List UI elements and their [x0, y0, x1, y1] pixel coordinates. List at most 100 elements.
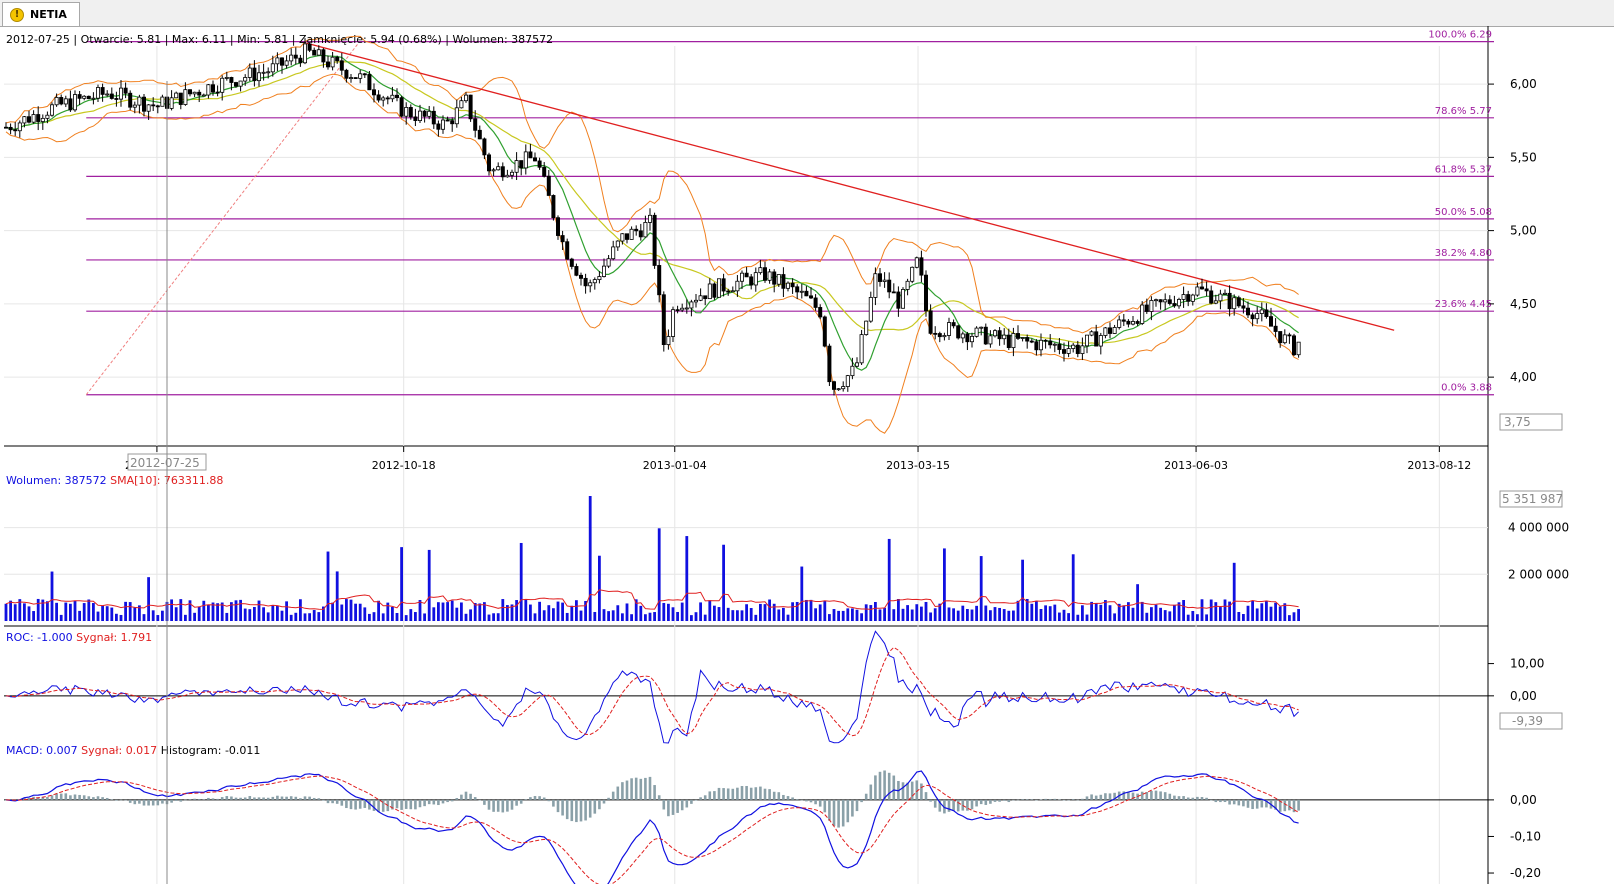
candle-body [256, 72, 261, 82]
volume-bar [1163, 610, 1167, 621]
chart-area[interactable]: 100.0% 6.29 78.6% 5.77 61.8% 5.37 50.0% 5.0… [0, 26, 1614, 884]
macd-histogram-bar [1223, 799, 1227, 803]
macd-histogram-bar [947, 799, 951, 812]
volume-bar [400, 547, 403, 621]
volume-bar [299, 599, 302, 621]
macd-histogram-bar [473, 797, 477, 800]
macd-histogram-bar [87, 796, 91, 800]
volume-bar [1269, 606, 1273, 621]
candle-body [408, 107, 413, 118]
candle-body [1246, 307, 1251, 316]
candle-body [1006, 334, 1011, 349]
macd-histogram-bar [1053, 798, 1057, 800]
macd-histogram-bar [400, 799, 403, 810]
volume-bar [455, 607, 459, 621]
volume-bar [391, 606, 394, 621]
volume-bar [1085, 614, 1089, 621]
candle-body [436, 123, 441, 130]
candle-body [542, 166, 547, 177]
macd-histogram-bar [772, 791, 776, 800]
volume-bar [1242, 614, 1245, 621]
volume-bar [786, 614, 790, 621]
x-tick-label: 2012-10-18 [372, 459, 436, 472]
candle-body [684, 307, 689, 310]
macd-histogram-bar [851, 799, 854, 817]
volume-bar [575, 600, 578, 621]
candle-body [1287, 334, 1292, 337]
candle-body [413, 116, 418, 121]
macd-histogram-bar [1242, 799, 1245, 807]
volume-bar [1012, 610, 1015, 621]
macd-histogram-bar [736, 787, 739, 800]
candle-body [864, 320, 869, 336]
macd-histogram-bar [1163, 792, 1167, 800]
macd-histogram-bar [763, 788, 767, 800]
macd-histogram-bar [924, 792, 928, 800]
candle-body [712, 283, 717, 298]
macd-histogram-bar [27, 797, 31, 800]
macd-histogram-bar [303, 796, 307, 800]
candle-body [666, 336, 671, 346]
volume-bar [667, 603, 670, 621]
candle-body [841, 386, 846, 390]
candle-body [988, 335, 993, 345]
candle-body [689, 301, 694, 309]
candle-body [1062, 349, 1067, 354]
candle-body [362, 73, 367, 76]
volume-bar [837, 610, 840, 621]
candle-body [1094, 331, 1099, 347]
candle-body [891, 291, 896, 294]
volume-bar [915, 604, 919, 621]
candle-body [983, 326, 988, 345]
volume-tick-label: 4 000 000 [1508, 521, 1569, 535]
volume-bar [358, 603, 362, 621]
macd-histogram-bar [538, 796, 541, 800]
candle-body [22, 116, 27, 124]
candle-body [40, 117, 45, 122]
volume-bar [533, 613, 537, 621]
volume-bar [1196, 614, 1199, 621]
volume-bar [602, 609, 606, 621]
volume-bar [312, 610, 316, 621]
candle-body [339, 60, 344, 71]
macd-histogram-bar [671, 799, 675, 815]
volume-bar [1122, 605, 1126, 621]
volume-bar [547, 605, 551, 621]
volume-bar [961, 605, 965, 621]
ohlc-header: 2012-07-25 | Otwarcie: 5.81 | Max: 6.11 … [6, 33, 553, 46]
candle-body [592, 279, 597, 284]
macd-histogram-bar [956, 799, 960, 812]
volume-bar [487, 614, 491, 621]
candle-body [1075, 344, 1080, 354]
volume-bar [832, 609, 836, 621]
volume-bar [262, 607, 265, 621]
candle-body [763, 267, 768, 281]
candle-body [8, 126, 13, 131]
macd-legend: MACD: 0.007 Sygnał: 0.017 Histogram: -0.… [6, 744, 260, 757]
volume-bar [1131, 607, 1135, 621]
candle-body [1085, 334, 1090, 347]
macd-histogram-bar [529, 797, 532, 800]
roc-legend: ROC: -1.000 Sygnał: 1.791 [6, 631, 152, 644]
volume-bar [984, 605, 988, 621]
volume-bar [694, 612, 698, 621]
candle-body [638, 230, 643, 238]
macd-histogram-bar [800, 799, 804, 801]
macd-histogram-bar [579, 799, 583, 822]
candle-body [1071, 344, 1076, 349]
candle-body [1218, 293, 1223, 302]
macd-histogram-bar [1048, 799, 1052, 800]
candle-body [151, 104, 156, 107]
tab-netia[interactable]: ! NETIA [2, 2, 80, 26]
candle-body [1052, 343, 1057, 346]
candle-body [694, 299, 699, 303]
volume-bar [745, 604, 748, 621]
volume-bar [529, 604, 532, 621]
candle-body [238, 80, 243, 87]
macd-histogram-bar [207, 797, 210, 800]
volume-bar [1048, 606, 1052, 621]
macd-histogram-bar [239, 797, 242, 800]
candle-body [1296, 341, 1301, 356]
macd-histogram-bar [349, 799, 353, 810]
macd-histogram-bar [920, 783, 923, 800]
